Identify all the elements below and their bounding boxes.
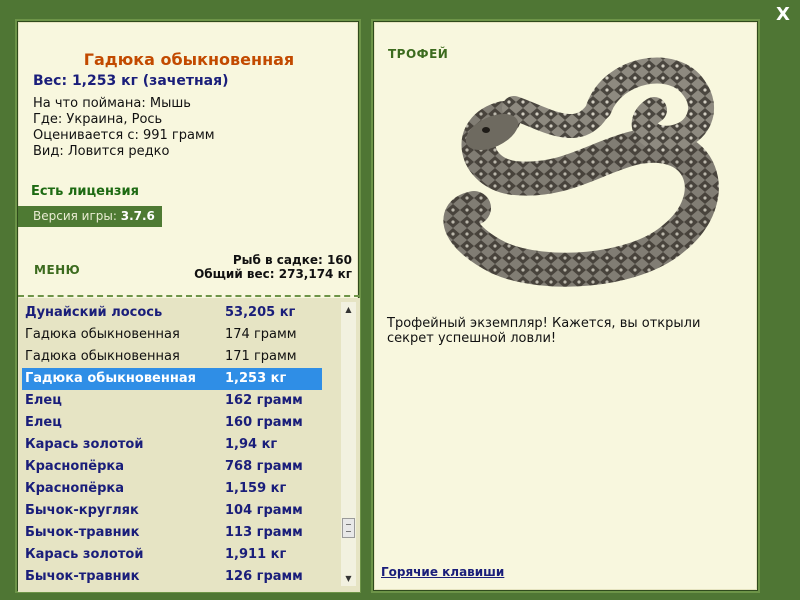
catch-weight: 171 грамм (225, 349, 297, 364)
catch-name: Бычок-травник (25, 525, 140, 540)
scroll-up-icon[interactable]: ▲ (341, 302, 356, 317)
catch-weight: 104 грамм (225, 503, 303, 518)
scroll-down-icon[interactable]: ▼ (341, 571, 356, 586)
catch-weight: 174 грамм (225, 327, 297, 342)
catch-row[interactable]: Бычок-травник 113 грамм (22, 522, 322, 544)
close-button[interactable]: X (772, 4, 794, 26)
catch-name: Краснопёрка (25, 459, 125, 474)
version-value: 3.7.6 (120, 209, 155, 223)
catch-name: Карась золотой (25, 547, 144, 562)
catch-name: Елец (25, 415, 62, 430)
creel-count: Рыб в садке: 160 (232, 253, 352, 267)
fish-rated-from: Оценивается с: 991 грамм (33, 128, 215, 143)
catch-row[interactable]: Краснопёрка 768 грамм (22, 456, 322, 478)
catch-name: Елец (25, 393, 62, 408)
catch-name: Дунайский лосось (25, 305, 163, 320)
catch-weight: 1,159 кг (225, 481, 287, 496)
fish-bait: На что поймана: Мышь (33, 96, 191, 111)
catch-name: Гадюка обыкновенная (25, 371, 196, 386)
viper-image (443, 57, 719, 287)
catch-row-selected[interactable]: Гадюка обыкновенная 1,253 кг (22, 368, 322, 390)
trophy-panel: ТРОФЕЙ Трофейный экземпляр! Кажется, вы … (373, 21, 758, 591)
game-version-bar: Версия игры: 3.7.6 (18, 206, 162, 227)
catch-name: Бычок-кругляк (25, 503, 139, 518)
fish-rarity: Вид: Ловится редко (33, 144, 170, 159)
fish-location: Где: Украина, Рось (33, 112, 163, 127)
scroll-thumb[interactable] (342, 518, 355, 538)
catch-name: Краснопёрка (25, 481, 125, 496)
catch-name: Карась золотой (25, 437, 144, 452)
fish-weight: Вес: 1,253 кг (зачетная) (33, 73, 229, 89)
catch-weight: 1,253 кг (225, 371, 287, 386)
version-label: Версия игры: (33, 209, 117, 223)
dashed-divider (18, 295, 360, 297)
catch-row[interactable]: Карась золотой 1,911 кг (22, 544, 322, 566)
catch-details-panel: Гадюка обыкновенная Вес: 1,253 кг (зачет… (17, 21, 360, 592)
menu-button[interactable]: МЕНЮ (34, 263, 80, 277)
catch-row[interactable]: Гадюка обыкновенная 171 грамм (22, 346, 322, 368)
catch-row[interactable]: Карась золотой 1,94 кг (22, 434, 322, 456)
catch-name: Гадюка обыкновенная (25, 327, 180, 342)
creel-summary: Рыб в садке: 160 Общий вес: 273,174 кг (194, 253, 352, 281)
catch-weight: 126 грамм (225, 569, 303, 584)
catch-row[interactable]: Гадюка обыкновенная 174 грамм (22, 324, 322, 346)
catch-row[interactable]: Дунайский лосось 53,205 кг (22, 302, 322, 324)
catch-list[interactable]: Дунайский лосось 53,205 кг Гадюка обыкнове… (18, 298, 360, 592)
catch-row[interactable]: Бычок-травник 126 грамм (22, 566, 322, 588)
catch-weight: 1,94 кг (225, 437, 278, 452)
creel-total-weight: Общий вес: 273,174 кг (194, 267, 352, 281)
catch-name: Бычок-травник (25, 569, 140, 584)
catch-weight: 162 грамм (225, 393, 303, 408)
catch-row[interactable]: Елец 160 грамм (22, 412, 322, 434)
fish-title: Гадюка обыкновенная (83, 50, 295, 69)
catch-weight: 1,911 кг (225, 547, 287, 562)
trophy-message: Трофейный экземпляр! Кажется, вы открыли… (387, 316, 701, 346)
hotkeys-link[interactable]: Горячие клавиши (381, 565, 504, 579)
catch-row[interactable]: Елец 162 грамм (22, 390, 322, 412)
catch-weight: 53,205 кг (225, 305, 296, 320)
catch-weight: 160 грамм (225, 415, 303, 430)
catch-row[interactable]: Краснопёрка 1,159 кг (22, 478, 322, 500)
catch-name: Гадюка обыкновенная (25, 349, 180, 364)
catch-list-scrollbar[interactable]: ▲ ▼ (341, 302, 356, 586)
catch-weight: 768 грамм (225, 459, 303, 474)
catch-row[interactable]: Бычок-кругляк 104 грамм (22, 500, 322, 522)
catch-weight: 113 грамм (225, 525, 303, 540)
license-status: Есть лицензия (31, 184, 139, 199)
